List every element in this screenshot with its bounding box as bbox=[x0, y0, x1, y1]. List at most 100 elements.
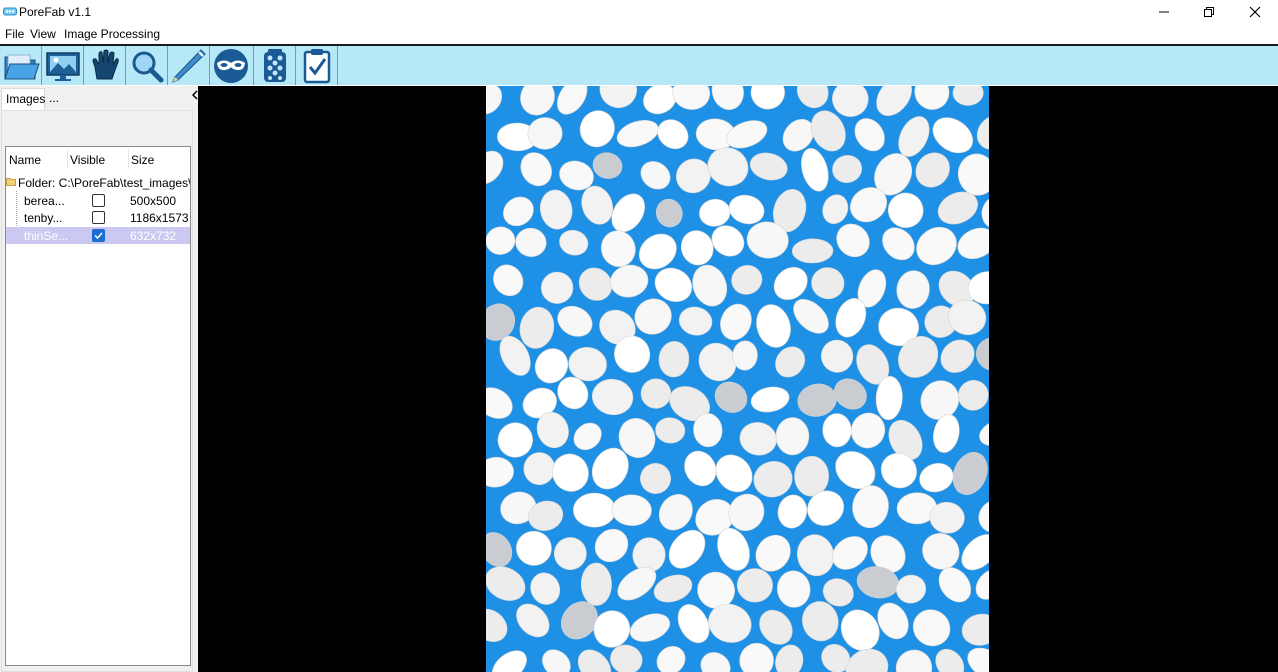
grain bbox=[961, 613, 989, 646]
grain bbox=[711, 86, 744, 110]
grain bbox=[699, 198, 731, 227]
thin-section-image[interactable] bbox=[486, 86, 989, 672]
column-visible-header[interactable]: Visible bbox=[70, 147, 105, 171]
grain bbox=[640, 378, 672, 409]
grain bbox=[486, 608, 508, 642]
draw-tool-button[interactable] bbox=[168, 46, 210, 85]
grain bbox=[957, 227, 989, 260]
grain bbox=[832, 155, 863, 183]
grain bbox=[600, 230, 636, 267]
grain bbox=[822, 413, 852, 448]
visible-checkbox[interactable] bbox=[92, 211, 105, 224]
grain bbox=[796, 86, 829, 109]
close-button[interactable] bbox=[1232, 0, 1278, 24]
image-tree[interactable]: Name Visible Size Folder: C:\PoreFab\tes… bbox=[5, 146, 191, 666]
grain bbox=[876, 86, 912, 116]
column-size-header[interactable]: Size bbox=[131, 147, 154, 171]
grain bbox=[580, 562, 612, 606]
grain bbox=[777, 494, 808, 529]
grain bbox=[491, 650, 527, 672]
menu-image-processing[interactable]: Image Processing bbox=[64, 27, 160, 41]
column-divider[interactable] bbox=[128, 149, 129, 169]
menu-bar: File View Image Processing bbox=[0, 24, 1278, 44]
grain bbox=[739, 642, 774, 672]
grain bbox=[678, 306, 713, 336]
list-item-selected[interactable]: thinSe... 632x732 bbox=[6, 227, 190, 244]
grain bbox=[988, 86, 989, 111]
visible-checkbox[interactable] bbox=[92, 194, 105, 207]
grain bbox=[978, 499, 989, 533]
folder-icon bbox=[6, 178, 16, 186]
image-viewer[interactable] bbox=[198, 86, 1278, 672]
column-divider[interactable] bbox=[67, 149, 68, 169]
pan-tool-button[interactable] bbox=[84, 46, 126, 85]
grain bbox=[523, 452, 556, 485]
grain bbox=[611, 494, 652, 526]
tab-images[interactable]: Images bbox=[1, 88, 45, 110]
open-folder-button[interactable] bbox=[0, 46, 42, 85]
grain bbox=[822, 194, 849, 225]
tab-more[interactable]: ... bbox=[49, 91, 59, 105]
grain bbox=[552, 453, 589, 492]
grain bbox=[486, 226, 516, 255]
grain bbox=[854, 118, 885, 152]
grain bbox=[756, 304, 791, 348]
grain bbox=[749, 152, 788, 181]
image-view-button[interactable] bbox=[42, 46, 84, 85]
toolbar-separator bbox=[337, 46, 338, 85]
grain bbox=[952, 86, 984, 106]
grain bbox=[957, 153, 989, 196]
grain bbox=[801, 148, 829, 192]
open-folder-icon bbox=[4, 54, 40, 79]
grain bbox=[684, 450, 717, 487]
grain bbox=[672, 86, 711, 110]
grain bbox=[486, 387, 513, 419]
grain bbox=[516, 530, 552, 566]
restore-button[interactable] bbox=[1186, 0, 1232, 24]
grain bbox=[797, 383, 837, 417]
list-item[interactable]: berea... 500x500 bbox=[6, 192, 190, 209]
grain bbox=[912, 609, 951, 647]
pore-column-icon bbox=[264, 48, 286, 82]
grain bbox=[753, 461, 793, 498]
grain bbox=[553, 537, 587, 571]
grain bbox=[731, 265, 763, 295]
image-name: tenby... bbox=[24, 211, 63, 225]
hand-pan-icon bbox=[92, 49, 119, 79]
menu-file[interactable]: File bbox=[5, 27, 24, 41]
list-item[interactable]: tenby... 1186x1573 bbox=[6, 209, 190, 226]
grain bbox=[616, 120, 659, 148]
grain bbox=[919, 463, 954, 493]
image-size: 632x732 bbox=[130, 229, 177, 243]
grain bbox=[791, 238, 834, 264]
zoom-magnifier-icon bbox=[132, 51, 164, 82]
minimize-button[interactable] bbox=[1141, 0, 1187, 24]
grain bbox=[979, 419, 989, 447]
grain bbox=[720, 303, 752, 341]
grain bbox=[591, 378, 634, 416]
grain bbox=[640, 463, 671, 494]
pore-analysis-button[interactable] bbox=[254, 46, 296, 85]
zoom-button[interactable] bbox=[126, 46, 168, 85]
image-size: 1186x1573 bbox=[130, 211, 189, 225]
validate-button[interactable] bbox=[296, 46, 338, 85]
grain bbox=[836, 223, 870, 258]
window-title: PoreFab v1.1 bbox=[19, 5, 92, 19]
grain bbox=[594, 528, 629, 563]
grain bbox=[486, 150, 504, 185]
column-name-header[interactable]: Name bbox=[9, 147, 41, 171]
mask-tool-button[interactable] bbox=[210, 46, 252, 85]
grain bbox=[895, 574, 927, 604]
grain bbox=[539, 189, 573, 230]
pencil-draw-icon bbox=[172, 48, 206, 83]
visible-checkbox[interactable] bbox=[92, 229, 105, 242]
folder-row[interactable]: Folder: C:\PoreFab\test_images\ bbox=[6, 174, 190, 191]
grain bbox=[736, 568, 773, 603]
folder-label: Folder: C:\PoreFab\test_images\ bbox=[18, 176, 190, 190]
grain bbox=[658, 341, 690, 378]
menu-view[interactable]: View bbox=[30, 27, 56, 41]
grain bbox=[653, 574, 693, 603]
grain bbox=[776, 570, 811, 608]
grain bbox=[714, 381, 748, 413]
grain bbox=[739, 422, 777, 456]
